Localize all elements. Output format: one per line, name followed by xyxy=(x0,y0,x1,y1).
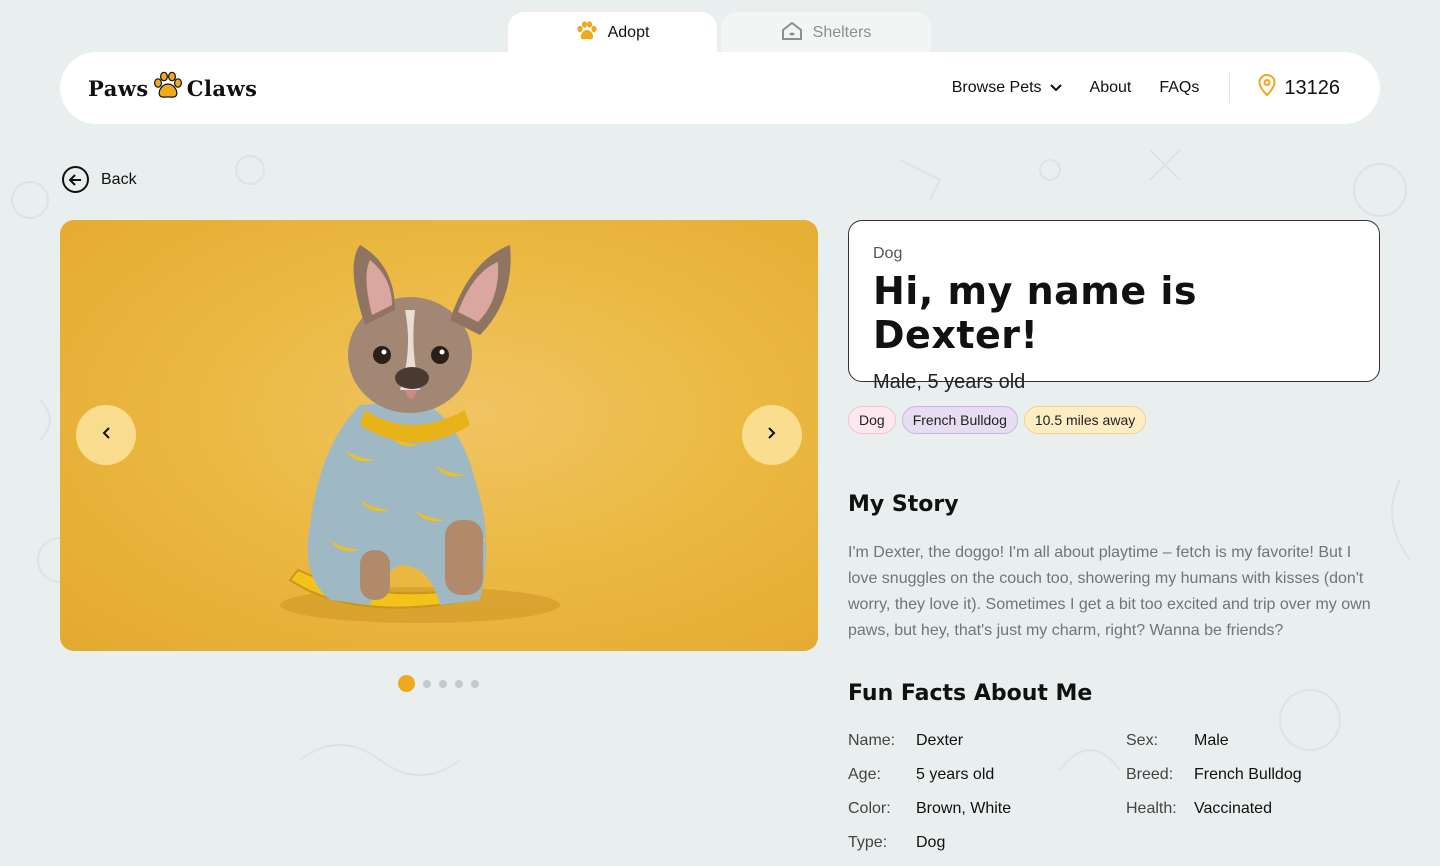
fact-row: Type: Dog xyxy=(848,834,945,852)
nav-faqs[interactable]: FAQs xyxy=(1159,79,1199,97)
tag-distance: 10.5 miles away xyxy=(1023,406,1147,434)
fact-label: Color: xyxy=(848,800,891,817)
fact-label: Age: xyxy=(848,766,881,783)
chevron-down-icon xyxy=(1049,79,1062,97)
tag-breed: French Bulldog xyxy=(901,406,1018,434)
fun-facts-heading: Fun Facts About Me xyxy=(848,681,1093,706)
logo[interactable]: Paws Claws xyxy=(88,71,257,106)
fact-value: Male xyxy=(1194,732,1229,749)
fact-value: Brown, White xyxy=(916,800,1012,817)
house-icon xyxy=(781,21,803,45)
fact-label: Type: xyxy=(848,834,888,851)
tab-adopt[interactable]: Adopt xyxy=(508,12,717,54)
fact-value: 5 years old xyxy=(916,766,995,783)
fact-label: Name: xyxy=(848,732,896,749)
top-tabs: Adopt Shelters xyxy=(508,12,931,54)
nav-browse-pets-label: Browse Pets xyxy=(951,79,1042,96)
gallery-prev-button[interactable] xyxy=(76,405,136,465)
pet-subtitle: Male, 5 years old xyxy=(873,371,1026,393)
pet-photo xyxy=(280,245,560,623)
pet-photo-gallery xyxy=(60,220,818,651)
pet-species: Dog xyxy=(873,245,903,262)
fact-row: Age: 5 years old xyxy=(848,766,994,784)
gallery-dot-2[interactable] xyxy=(423,679,431,688)
fact-label: Breed: xyxy=(1126,766,1174,783)
gallery-pagination xyxy=(398,675,479,692)
story-heading: My Story xyxy=(848,492,959,517)
logo-text-left: Paws xyxy=(88,75,149,101)
gallery-dot-4[interactable] xyxy=(455,679,463,688)
fact-label: Health: xyxy=(1126,800,1177,817)
logo-text-right: Claws xyxy=(186,75,258,101)
fact-row: Color: Brown, White xyxy=(848,800,1011,818)
fact-value: Dog xyxy=(916,834,946,851)
main-nav: Browse Pets About FAQs 13126 xyxy=(952,73,1352,103)
tab-shelters[interactable]: Shelters xyxy=(721,12,931,54)
gallery-dot-5[interactable] xyxy=(471,679,479,688)
back-button[interactable]: Back xyxy=(62,166,137,193)
pet-tags: Dog French Bulldog 10.5 miles away xyxy=(848,406,1147,434)
chevron-right-icon xyxy=(768,426,776,444)
arrow-left-icon xyxy=(62,166,89,193)
zip-code: 13126 xyxy=(1284,76,1340,99)
fact-row: Sex: Male xyxy=(1126,732,1229,750)
story-text: I'm Dexter, the doggo! I'm all about pla… xyxy=(848,544,1371,639)
nav-divider xyxy=(1229,73,1231,103)
fact-row: Breed: French Bulldog xyxy=(1126,766,1302,784)
fact-value: Dexter xyxy=(916,732,964,749)
gallery-dot-1[interactable] xyxy=(398,675,415,692)
tag-species: Dog xyxy=(848,406,896,434)
chevron-left-icon xyxy=(102,426,110,444)
location-pin-icon xyxy=(1258,73,1276,102)
fact-value: French Bulldog xyxy=(1194,766,1302,783)
nav-browse-pets[interactable]: Browse Pets xyxy=(952,79,1062,97)
gallery-next-button[interactable] xyxy=(742,405,802,465)
logo-paw-icon xyxy=(153,71,183,106)
tab-shelters-label: Shelters xyxy=(812,24,872,41)
fact-value: Vaccinated xyxy=(1194,800,1272,817)
fact-label: Sex: xyxy=(1126,732,1159,749)
fact-row: Name: Dexter xyxy=(848,732,963,750)
nav-about[interactable]: About xyxy=(1090,79,1132,97)
back-label: Back xyxy=(101,170,137,188)
pet-title: Hi, my name is Dexter! xyxy=(873,269,1198,357)
site-header: Paws Claws Browse Pets About FAQs 13126 xyxy=(60,52,1380,124)
pet-info-card: Dog Hi, my name is Dexter! Male, 5 years… xyxy=(848,220,1380,393)
fact-row: Health: Vaccinated xyxy=(1126,800,1272,818)
paw-icon xyxy=(576,20,598,46)
location-zip[interactable]: 13126 xyxy=(1258,73,1340,102)
tab-adopt-label: Adopt xyxy=(607,24,650,41)
gallery-dot-3[interactable] xyxy=(439,679,447,688)
